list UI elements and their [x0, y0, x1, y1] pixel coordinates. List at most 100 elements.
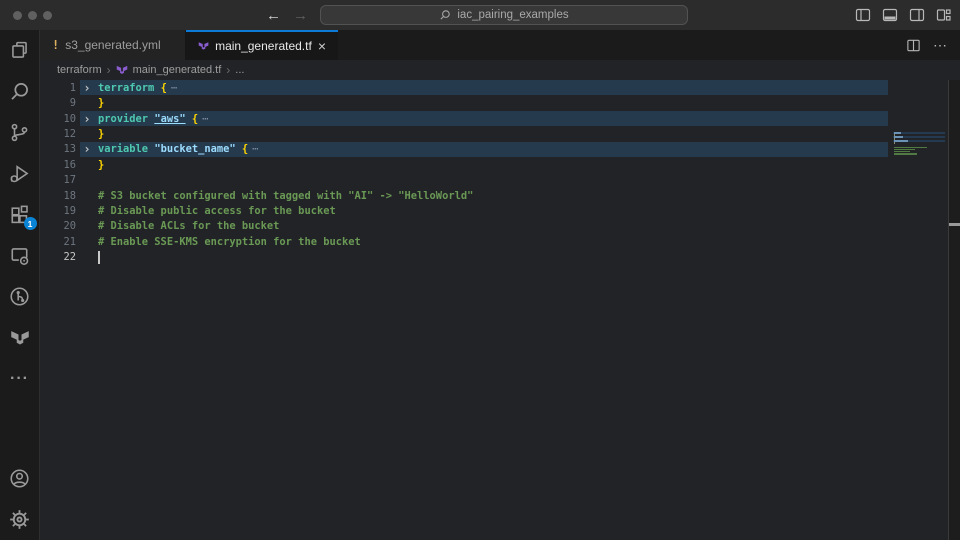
code-text: # Disable ACLs for the bucket [94, 220, 279, 232]
code-token: { [192, 113, 198, 125]
line-body[interactable] [80, 249, 888, 264]
line-number[interactable]: 17 [40, 174, 80, 186]
line-body[interactable]: } [80, 126, 888, 141]
settings-gear-icon[interactable] [0, 499, 40, 540]
highlighted-line-body[interactable]: ›provider "aws" {⋯ [80, 111, 888, 126]
code-text: } [94, 97, 104, 109]
account-icon[interactable] [0, 458, 40, 499]
run-debug-icon[interactable] [0, 153, 40, 194]
code-line[interactable]: 21 # Enable SSE-KMS encryption for the bu… [40, 234, 960, 249]
line-body[interactable]: } [80, 95, 888, 110]
code-editor[interactable]: 1›terraform {⋯9}10›provider "aws" {⋯12}1… [40, 80, 960, 540]
command-center-search[interactable]: iac_pairing_examples [320, 5, 688, 25]
toggle-secondary-sidebar-icon[interactable] [909, 7, 925, 23]
code-line[interactable]: 22 [40, 249, 960, 264]
code-line[interactable]: 20 # Disable ACLs for the bucket [40, 219, 960, 234]
minimize-window-button[interactable] [28, 11, 37, 20]
code-token: "aws" [154, 113, 185, 125]
code-token: ⋯ [252, 143, 258, 155]
code-text: # Disable public access for the bucket [94, 205, 336, 217]
extensions-icon[interactable]: 1 [0, 194, 40, 235]
search-icon[interactable] [0, 71, 40, 112]
line-number[interactable]: 21 [40, 236, 80, 248]
code-line[interactable]: 18 # S3 bucket configured with tagged wit… [40, 188, 960, 203]
code-line[interactable]: 17 [40, 172, 960, 187]
line-number[interactable]: 9 [40, 97, 80, 109]
highlighted-line-body[interactable]: ›terraform {⋯ [80, 80, 888, 95]
source-control-graph-icon[interactable] [0, 276, 40, 317]
line-number[interactable]: 22 [40, 251, 80, 263]
line-body[interactable]: # S3 bucket configured with tagged with … [80, 188, 888, 203]
breadcrumb: terraform › main_generated.tf › ... [40, 60, 960, 80]
line-number[interactable]: 19 [40, 205, 80, 217]
line-number[interactable]: 20 [40, 220, 80, 232]
editor-scrollbar[interactable] [948, 80, 960, 540]
code-token: terraform [98, 82, 154, 94]
more-views-ellipsis[interactable]: ··· [0, 358, 40, 399]
line-number[interactable]: 16 [40, 159, 80, 171]
code-text: provider "aws" {⋯ [94, 113, 208, 125]
line-number[interactable]: 12 [40, 128, 80, 140]
navigate-back-button[interactable]: ← [266, 7, 281, 24]
explorer-icon[interactable] [0, 30, 40, 71]
minimap[interactable] [893, 132, 945, 157]
navigate-forward-button[interactable]: → [293, 7, 308, 24]
tab-s3-generated-yml[interactable]: ! s3_generated.yml [40, 30, 186, 60]
line-number[interactable]: 1 [40, 82, 80, 94]
code-line[interactable]: 12} [40, 126, 960, 141]
code-text: terraform {⋯ [94, 82, 177, 94]
more-actions-icon[interactable]: ⋯ [933, 37, 948, 54]
maximize-window-button[interactable] [43, 11, 52, 20]
breadcrumb-folder[interactable]: terraform [57, 64, 102, 76]
title-bar: ← → iac_pairing_examples [0, 0, 960, 30]
breadcrumb-symbol-more[interactable]: ... [235, 64, 244, 76]
line-body[interactable]: # Enable SSE-KMS encryption for the buck… [80, 234, 888, 249]
code-token: "bucket_name" [154, 143, 235, 155]
line-number[interactable]: 13 [40, 143, 80, 155]
code-text: variable "bucket_name" {⋯ [94, 143, 258, 155]
code-line[interactable]: 19 # Disable public access for the bucket [40, 203, 960, 218]
fold-chevron-icon[interactable]: › [80, 113, 94, 125]
window-controls [13, 11, 52, 20]
tab-label: s3_generated.yml [65, 38, 160, 52]
close-tab-icon[interactable]: × [318, 39, 326, 53]
line-number[interactable]: 10 [40, 113, 80, 125]
highlighted-line-body[interactable]: ›variable "bucket_name" {⋯ [80, 142, 888, 157]
line-body[interactable]: # Disable ACLs for the bucket [80, 219, 888, 234]
remote-explorer-icon[interactable] [0, 235, 40, 276]
code-line[interactable]: 9} [40, 95, 960, 110]
split-editor-icon[interactable] [906, 38, 921, 53]
code-text: # Enable SSE-KMS encryption for the buck… [94, 236, 361, 248]
code-token: # Disable public access for the bucket [98, 205, 336, 217]
tab-main-generated-tf[interactable]: main_generated.tf × [186, 30, 338, 60]
tab-label: main_generated.tf [215, 39, 312, 53]
line-body[interactable] [80, 172, 888, 187]
breadcrumb-separator: › [107, 63, 111, 77]
editor-group: ! s3_generated.yml main_generated.tf × [40, 30, 960, 540]
line-body[interactable]: # Disable public access for the bucket [80, 203, 888, 218]
line-body[interactable]: } [80, 157, 888, 172]
fold-chevron-icon[interactable]: › [80, 82, 94, 94]
toggle-primary-sidebar-icon[interactable] [855, 7, 871, 23]
fold-chevron-icon[interactable]: › [80, 143, 94, 155]
breadcrumb-file[interactable]: main_generated.tf [133, 64, 222, 76]
terraform-icon[interactable] [0, 317, 40, 358]
activity-bar: 1 [0, 30, 40, 540]
code-text: # S3 bucket configured with tagged with … [94, 190, 473, 202]
code-token: provider [98, 113, 148, 125]
customize-layout-icon[interactable] [936, 7, 952, 23]
minimap-line [893, 155, 945, 157]
source-control-icon[interactable] [0, 112, 40, 153]
close-window-button[interactable] [13, 11, 22, 20]
code-token: } [98, 159, 104, 171]
code-token: variable [98, 143, 148, 155]
code-token: ⋯ [171, 82, 177, 94]
code-line[interactable]: 16} [40, 157, 960, 172]
code-line[interactable]: 10›provider "aws" {⋯ [40, 111, 960, 126]
terraform-icon [198, 39, 209, 53]
code-line[interactable]: 1›terraform {⋯ [40, 80, 960, 95]
toggle-panel-icon[interactable] [882, 7, 898, 23]
code-line[interactable]: 13›variable "bucket_name" {⋯ [40, 142, 960, 157]
yaml-alert-icon: ! [52, 38, 59, 52]
line-number[interactable]: 18 [40, 190, 80, 202]
